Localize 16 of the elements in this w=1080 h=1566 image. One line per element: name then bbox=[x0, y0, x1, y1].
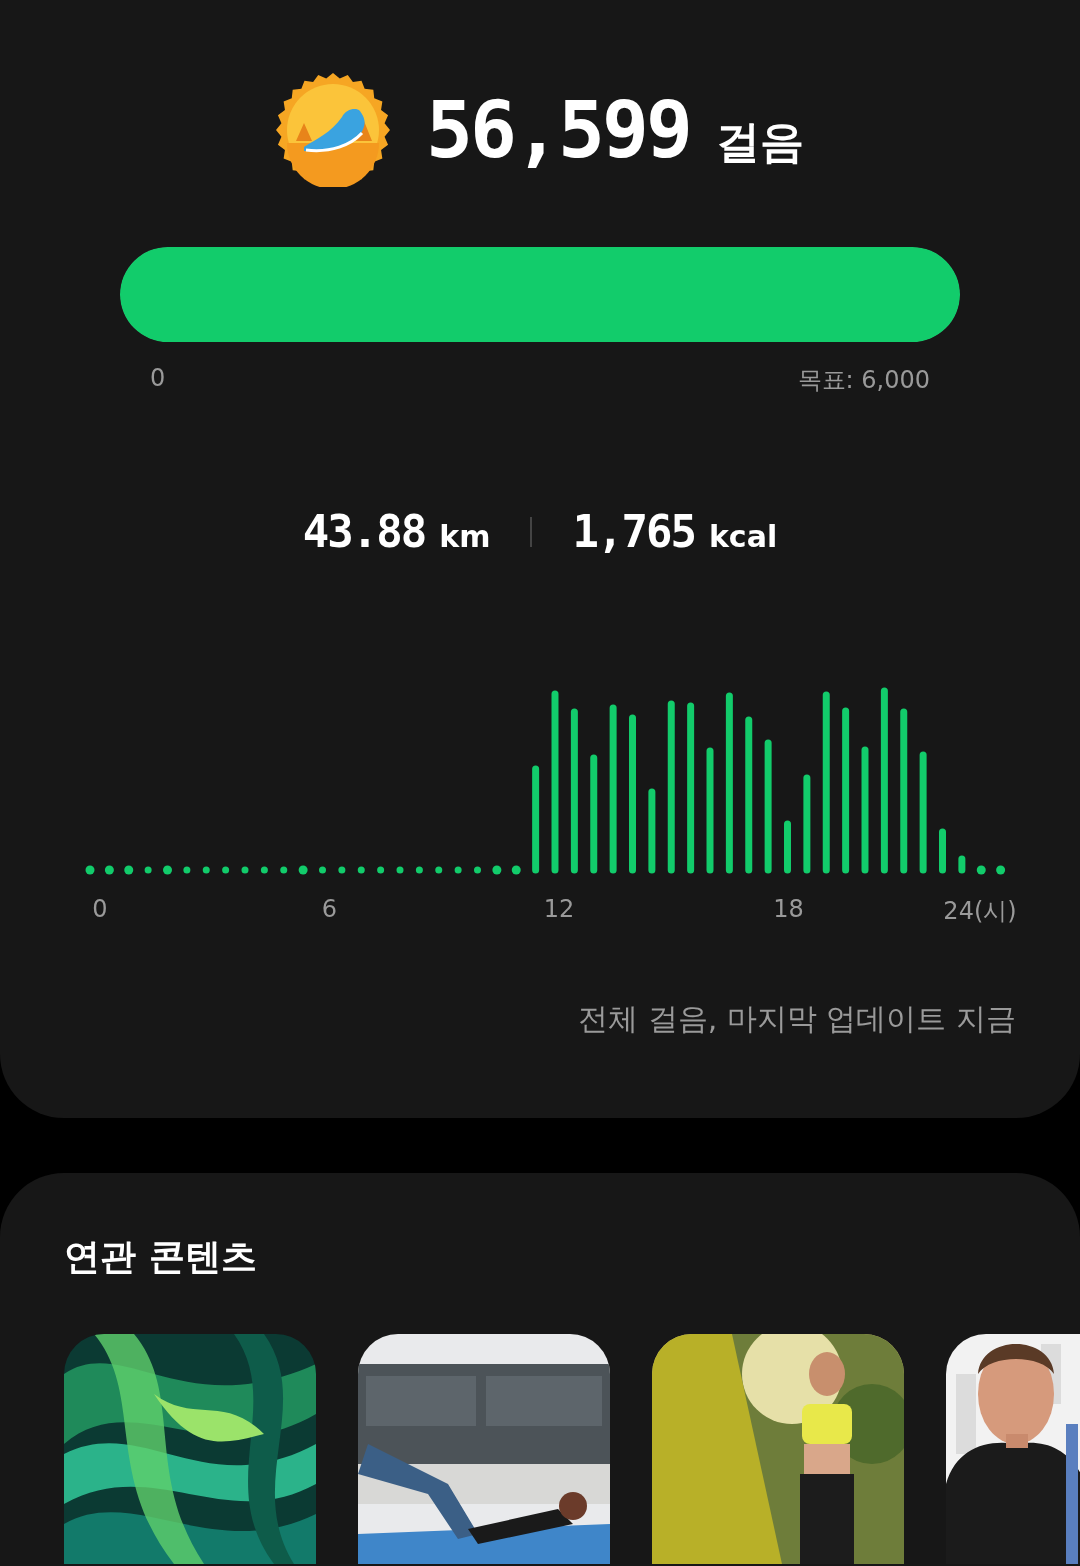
update-note: 전체 걸음, 마지막 업데이트 지금 bbox=[578, 1000, 1016, 1038]
axis-label: 0 bbox=[92, 895, 108, 923]
stat-unit: km bbox=[439, 519, 491, 554]
axis-label: 18 bbox=[773, 895, 804, 923]
stat-value: 1,765 bbox=[572, 506, 695, 557]
section-title: 연관 콘텐츠 bbox=[64, 1235, 257, 1279]
shoe-badge-icon bbox=[276, 73, 391, 187]
stat-value: 43.88 bbox=[302, 506, 426, 557]
step-count: 56,599 bbox=[426, 85, 690, 175]
step-unit: 걸음 bbox=[715, 115, 804, 169]
axis-label: 6 bbox=[321, 895, 338, 923]
progress-start-label: 0 bbox=[150, 364, 166, 394]
axis-label: 12 bbox=[543, 895, 575, 923]
stat-unit: kcal bbox=[708, 519, 778, 554]
axis-label: 24(시) bbox=[943, 896, 1017, 927]
goal-label: 목표: 6,000 bbox=[797, 365, 930, 396]
